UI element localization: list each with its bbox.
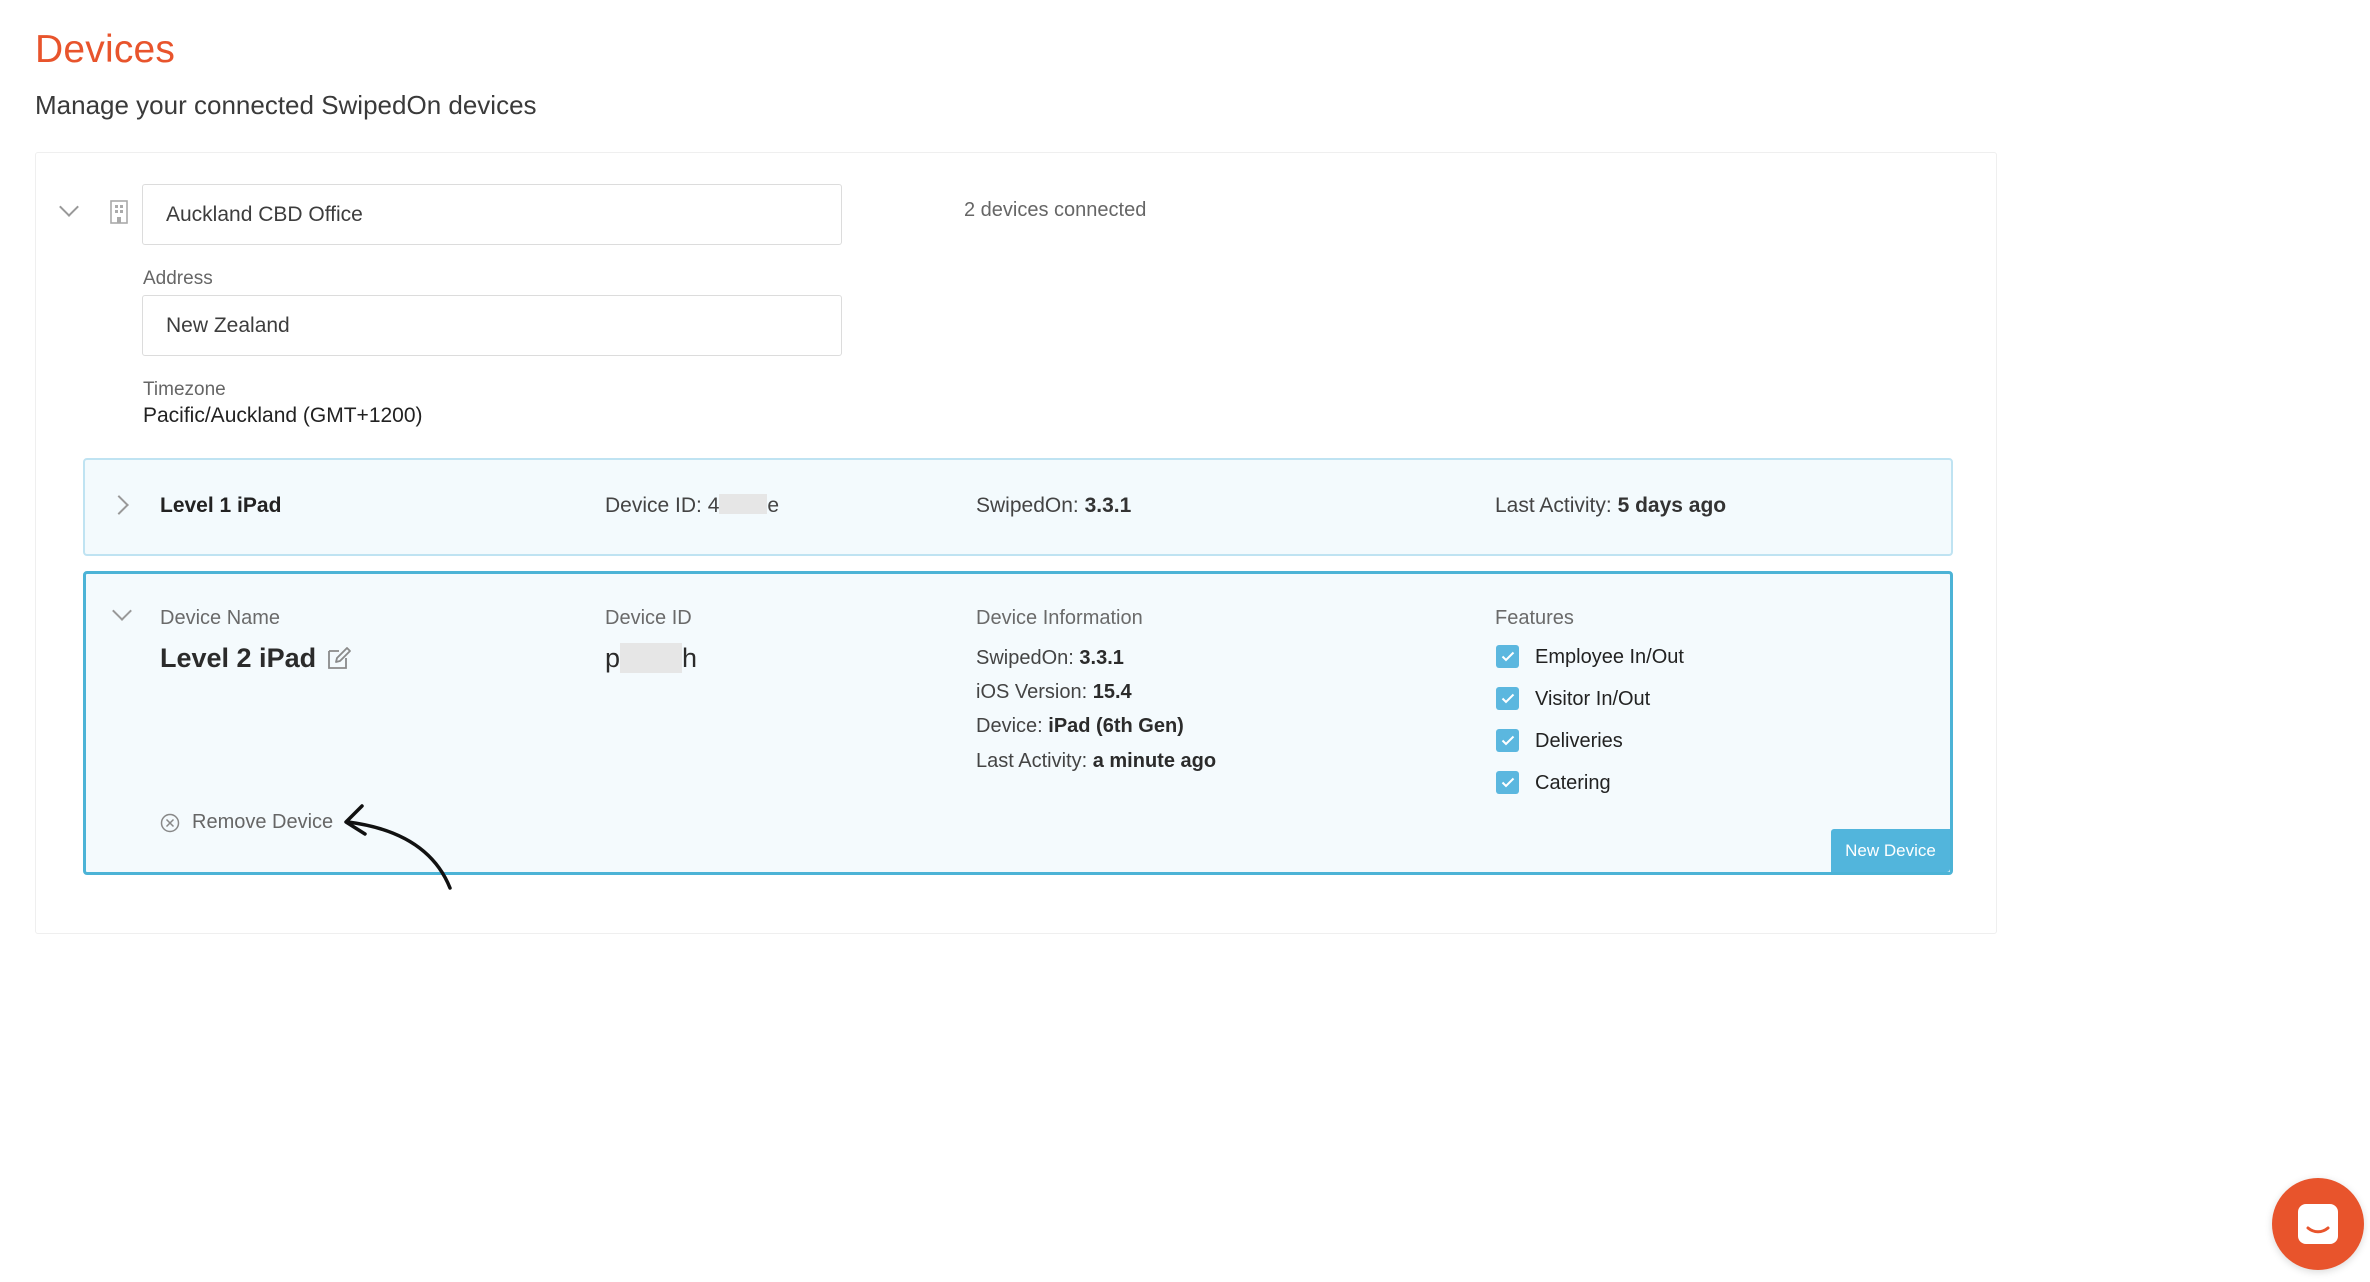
chat-icon [2298,1204,2338,1244]
devices-connected-count: 2 devices connected [964,199,1147,221]
last-activity-label: Last Activity: [1495,494,1612,517]
page-title: Devices [35,28,176,71]
new-device-badge: New Device [1831,829,1950,872]
info-swipedon-label: SwipedOn: [976,647,1074,669]
info-last-activity: Last Activity: a minute ago [976,750,1216,773]
swipedon-value: 3.3.1 [1084,494,1132,517]
info-device-label: Device: [976,715,1043,737]
info-swipedon: SwipedOn: 3.3.1 [976,647,1124,670]
device-id-label: Device ID: [605,494,702,517]
timezone-label: Timezone [143,379,226,400]
device-id-start: p [605,643,621,673]
feature-label-catering: Catering [1535,772,1611,794]
chat-launcher-button[interactable] [2272,1178,2364,1270]
device-id-end: e [767,494,780,517]
info-ios-label: iOS Version: [976,681,1088,703]
device-name-label: Device Name [160,607,281,629]
last-activity-value: 5 days ago [1617,494,1727,517]
swipedon-label: SwipedOn: [976,494,1079,517]
device-id-label: Device ID [605,607,692,629]
feature-label-visitor: Visitor In/Out [1535,688,1651,710]
redacted-block [719,494,768,514]
device-id-start: 4 [707,494,720,517]
remove-device-button[interactable]: Remove Device [160,811,333,834]
device-row-swipedon: SwipedOn: 3.3.1 [976,494,1131,518]
remove-device-label: Remove Device [192,811,334,833]
info-device-value: iPad (6th Gen) [1048,715,1184,737]
remove-circle-icon [160,813,180,832]
address-label: Address [143,268,213,289]
feature-checkbox-catering[interactable] [1496,771,1519,794]
edit-icon[interactable] [326,645,352,676]
check-icon [1501,777,1514,788]
info-ios-value: 15.4 [1092,681,1132,703]
device-id-end: h [682,643,698,673]
page-subtitle: Manage your connected SwipedOn devices [35,90,537,120]
device-row-id: Device ID: 4 e [605,494,779,518]
info-ios-version: iOS Version: 15.4 [976,681,1132,704]
info-device: Device: iPad (6th Gen) [976,715,1184,738]
location-name-input[interactable]: Auckland CBD Office [142,184,842,245]
features-label: Features [1495,607,1574,629]
info-last-activity-value: a minute ago [1092,750,1217,772]
device-name-value: Level 2 iPad [160,643,317,673]
check-icon [1501,693,1514,704]
address-input[interactable]: New Zealand [142,295,842,356]
feature-checkbox-visitor[interactable] [1496,687,1519,710]
check-icon [1501,735,1514,746]
building-icon [108,199,130,230]
feature-checkbox-deliveries[interactable] [1496,729,1519,752]
device-id-value: ph [605,643,697,674]
device-row-name: Level 1 iPad [160,494,282,517]
feature-label-employee: Employee In/Out [1535,646,1684,668]
redacted-block [620,643,683,673]
check-icon [1501,651,1514,662]
device-row-last-activity: Last Activity: 5 days ago [1495,494,1726,518]
annotation-arrow [344,804,452,890]
feature-label-deliveries: Deliveries [1535,730,1623,752]
feature-checkbox-employee[interactable] [1496,645,1519,668]
device-info-label: Device Information [976,607,1143,629]
info-last-activity-label: Last Activity: [976,750,1088,772]
timezone-value[interactable]: Pacific/Auckland (GMT+1200) [143,404,423,428]
info-swipedon-value: 3.3.1 [1079,647,1124,669]
